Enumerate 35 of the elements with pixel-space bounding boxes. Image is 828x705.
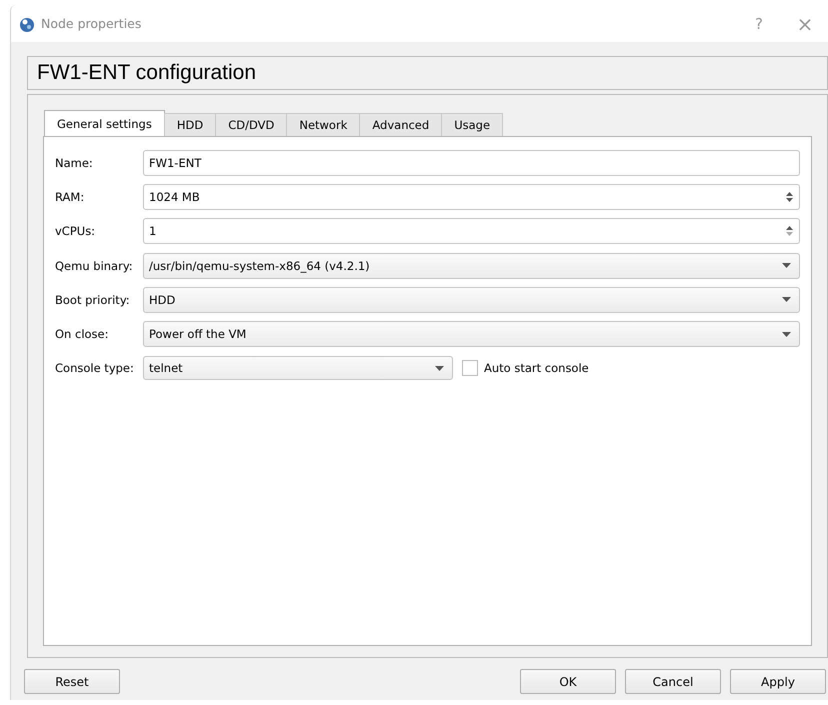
spin-field[interactable]: 1024 MB [143, 184, 800, 210]
tab[interactable]: Advanced [359, 113, 442, 136]
caret-icon [782, 263, 791, 268]
dialog-button[interactable]: Cancel [625, 669, 721, 694]
field-label: Qemu binary: [55, 258, 134, 273]
app-logo-icon [19, 16, 35, 32]
dropdown[interactable]: /usr/bin/qemu-system-x86_64 (v4.2.1) [143, 252, 800, 279]
field-label: Name: [55, 156, 94, 170]
tab[interactable]: CD/DVD [215, 113, 288, 136]
text-field[interactable]: FW1-ENT [143, 150, 800, 176]
dropdown[interactable]: Power off the VM [143, 321, 800, 348]
caret-icon [782, 297, 791, 302]
tab[interactable]: Network [286, 113, 360, 136]
dialog-button[interactable]: OK [520, 669, 616, 694]
dialog-button[interactable]: Apply [730, 669, 826, 694]
field-label: RAM: [55, 190, 86, 204]
tab[interactable]: Usage [441, 113, 504, 136]
caret-icon [435, 366, 444, 371]
tab[interactable]: HDD [164, 113, 216, 136]
window-title: Node properties [41, 16, 142, 31]
dropdown[interactable]: telnet [143, 356, 453, 380]
caret-icon [782, 332, 791, 337]
spinner-arrows-icon[interactable] [785, 190, 794, 204]
checkbox[interactable] [462, 360, 478, 376]
reset-button[interactable]: Reset [24, 669, 120, 694]
spin-field[interactable]: 1 [143, 218, 800, 244]
spinner-arrows-icon[interactable] [785, 224, 794, 238]
field-label: Boot priority: [55, 292, 131, 307]
field-label: vCPUs: [55, 224, 96, 238]
dropdown[interactable]: HDD [143, 286, 800, 313]
field-label: Console type: [55, 361, 135, 376]
field-label: On close: [55, 327, 110, 342]
tab[interactable]: General settings [44, 110, 165, 136]
configuration-heading: FW1-ENT configuration [27, 56, 828, 90]
checkbox-label: Auto start console [484, 361, 589, 376]
